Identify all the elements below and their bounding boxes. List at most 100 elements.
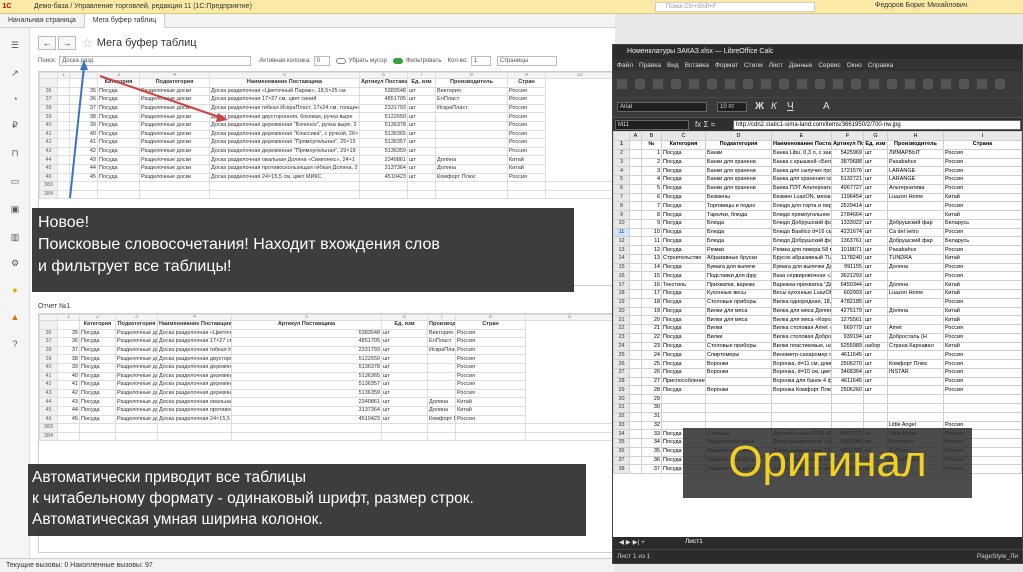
cell-art[interactable]: 5450344 [831, 280, 864, 291]
toolbar-button-icon[interactable] [653, 79, 663, 89]
cell-index[interactable]: 35 [641, 446, 662, 457]
cell-co[interactable]: Россия [943, 385, 1022, 396]
bar-chart-icon[interactable]: ▥ [10, 232, 20, 242]
cell-c[interactable]: Приспособления д [661, 376, 706, 387]
column-header[interactable]: Производитель [427, 320, 456, 330]
pie-icon[interactable]: ◔ [10, 94, 20, 104]
cell[interactable] [629, 376, 642, 387]
filter-toggle[interactable] [392, 57, 403, 64]
column-letter[interactable]: D [705, 131, 772, 141]
cell-co[interactable]: Китай [943, 210, 1022, 220]
cell-co[interactable]: Беларусь [943, 236, 1022, 247]
cell-u[interactable]: шт [863, 271, 888, 282]
table-row[interactable]: 19 18 Посуда Столовые приборы Вилка однорядн… [613, 297, 1022, 308]
cell-name[interactable]: Воронка Комфорт Плюс [771, 385, 832, 396]
cell-co[interactable]: Россия [943, 148, 1022, 159]
cell-c[interactable]: Посуда [661, 271, 706, 282]
column-header[interactable]: Категория [661, 140, 706, 150]
cell-u[interactable]: шт [863, 350, 888, 361]
cell-s[interactable]: Тарелки, блюда [705, 210, 772, 220]
column-header[interactable]: Производитель [435, 78, 508, 88]
table-row[interactable]: 6 5 Посуда Банки для хранени Банка ПЭТ Альте… [613, 183, 1022, 194]
remove-trash-toggle[interactable] [335, 57, 346, 64]
cell-co[interactable]: Россия [943, 350, 1022, 361]
cell-name[interactable]: Брусок абразивный TUNE [771, 253, 832, 264]
column-letter[interactable]: G [863, 131, 888, 141]
column-header[interactable]: Страна [943, 140, 1022, 150]
cell-name[interactable]: Винометр-сахаромер обр [771, 350, 832, 361]
cell-name[interactable]: Вилка столовая Добростал [771, 332, 832, 343]
cell-index[interactable]: 32 [641, 420, 662, 431]
cell-index[interactable]: 17 [641, 289, 662, 299]
cell-m[interactable]: ЛИМАРБЫТ [887, 148, 944, 159]
cell-s[interactable]: Банки для хранени [705, 157, 772, 168]
cell-name[interactable]: Весы кухонные LuazON [771, 289, 832, 299]
cell-index[interactable]: 8 [641, 210, 662, 220]
cell-art[interactable]: 1018671 [831, 245, 864, 255]
formula-input[interactable]: http://cdn2.static1-sima-land.com/items/… [733, 120, 1021, 130]
cell-u[interactable]: набор [863, 341, 888, 352]
table-row[interactable]: 37 36ПосудаРазделочные доскиДоска раздело… [39, 95, 613, 105]
cell-co[interactable]: Россия [943, 157, 1022, 168]
table-row[interactable]: 3938ПосудаРазделочные доскиДоска раздело… [39, 354, 613, 364]
lo-menu-item[interactable]: Сервис [818, 62, 840, 69]
gear-icon[interactable]: ⚙ [10, 258, 20, 268]
cell[interactable] [629, 148, 642, 159]
function-wizard-icon[interactable]: fx Σ = [695, 120, 715, 129]
cell[interactable] [629, 183, 642, 194]
cell-s[interactable]: Подставки для фру [705, 271, 772, 282]
cell-index[interactable]: 25 [641, 359, 662, 369]
cell-index[interactable]: 4 [641, 175, 662, 185]
column-header[interactable]: Артикул Поставщика [831, 140, 864, 150]
cell-c[interactable]: Посуда [661, 367, 706, 378]
table-row[interactable]: 4342ПосудаРазделочные доскиДоска раздело… [39, 146, 613, 157]
cell-name[interactable]: Варежка-прихватка "Дол [771, 280, 832, 291]
column-header[interactable]: Категория [97, 78, 140, 88]
cell-m[interactable]: Добросталь (Н [887, 332, 944, 343]
cell-c[interactable]: Строительство [661, 253, 706, 264]
cell-s[interactable] [705, 394, 772, 404]
toolbar-button-icon[interactable] [797, 79, 807, 89]
cell-index[interactable]: 31 [641, 411, 662, 422]
table-row[interactable]: 4645ПосудаРазделочные доскиДоска раздело… [39, 414, 613, 425]
table-row[interactable]: 4140ПосудаРазделочные доскиДоска раздело… [39, 371, 613, 382]
table-row[interactable]: 3635ПосудаРазделочные доскиДоска раздело… [39, 328, 613, 339]
table-row[interactable]: 25 24ПосудаСпиртомерыВинометр-сахаромер о… [613, 350, 1022, 361]
cell-art[interactable]: 3879688 [831, 157, 864, 168]
cell-name[interactable]: Бумага для выпечки Доля [771, 262, 832, 273]
cell-name[interactable]: Блюдо прямоугольное Ба [771, 210, 832, 220]
cell-art[interactable]: 1721576 [831, 166, 864, 177]
cell-m[interactable]: LARANGE [887, 166, 944, 177]
cell-name[interactable] [771, 411, 832, 422]
lo-sheet-grid[interactable]: A B C D E F G H I 1 № Категория Подкатегория Наименов… [613, 131, 1022, 475]
cell-u[interactable]: шт [863, 306, 888, 317]
cell-art[interactable] [831, 402, 864, 413]
table-row[interactable]: 13 12 Посуда Рюмки Рюмка для ликера 58 мл 101… [613, 245, 1022, 255]
cell-m[interactable] [887, 411, 944, 422]
cell-art[interactable]: 991155 [831, 262, 864, 273]
table-row[interactable]: 4342ПосудаРазделочные доскиДоска раздело… [39, 388, 613, 399]
cell-index[interactable]: 19 [641, 306, 662, 317]
cell-s[interactable] [705, 411, 772, 422]
cell-index[interactable]: 10 [641, 227, 662, 238]
cell-c[interactable]: Посуда [661, 183, 706, 194]
cell-s[interactable]: Банки для хранени [705, 166, 772, 177]
cell-m[interactable]: Pasabahce [887, 157, 944, 168]
cell[interactable] [629, 394, 642, 404]
table-row[interactable]: 4241ПосудаРазделочные доскиДоска раздело… [39, 380, 613, 390]
cell-m[interactable]: Альтернатива [887, 183, 944, 194]
cell-m[interactable]: LARANGE [887, 175, 944, 185]
cell-s[interactable]: Вилки для мяса [705, 315, 772, 326]
cell-art[interactable]: 2506260 [831, 385, 864, 396]
cell-index[interactable]: 18 [641, 297, 662, 308]
table-row[interactable]: 38 37ПосудаРазделочные доскиДоска раздело… [39, 103, 613, 114]
cell-s[interactable]: Банки для хранени [705, 175, 772, 185]
cell-index[interactable]: 33 [641, 429, 662, 440]
cell[interactable] [629, 359, 642, 369]
cell-s[interactable]: Вилки [705, 324, 772, 334]
table-row[interactable]: 3 2 Посуда Банки для хранени Банка с крышкой… [613, 157, 1022, 168]
cell-art[interactable]: 5255989 [831, 341, 864, 352]
cell-c[interactable]: Посуда [661, 245, 706, 255]
cell-m[interactable] [887, 315, 944, 326]
toolbar-button-icon[interactable] [707, 79, 717, 89]
